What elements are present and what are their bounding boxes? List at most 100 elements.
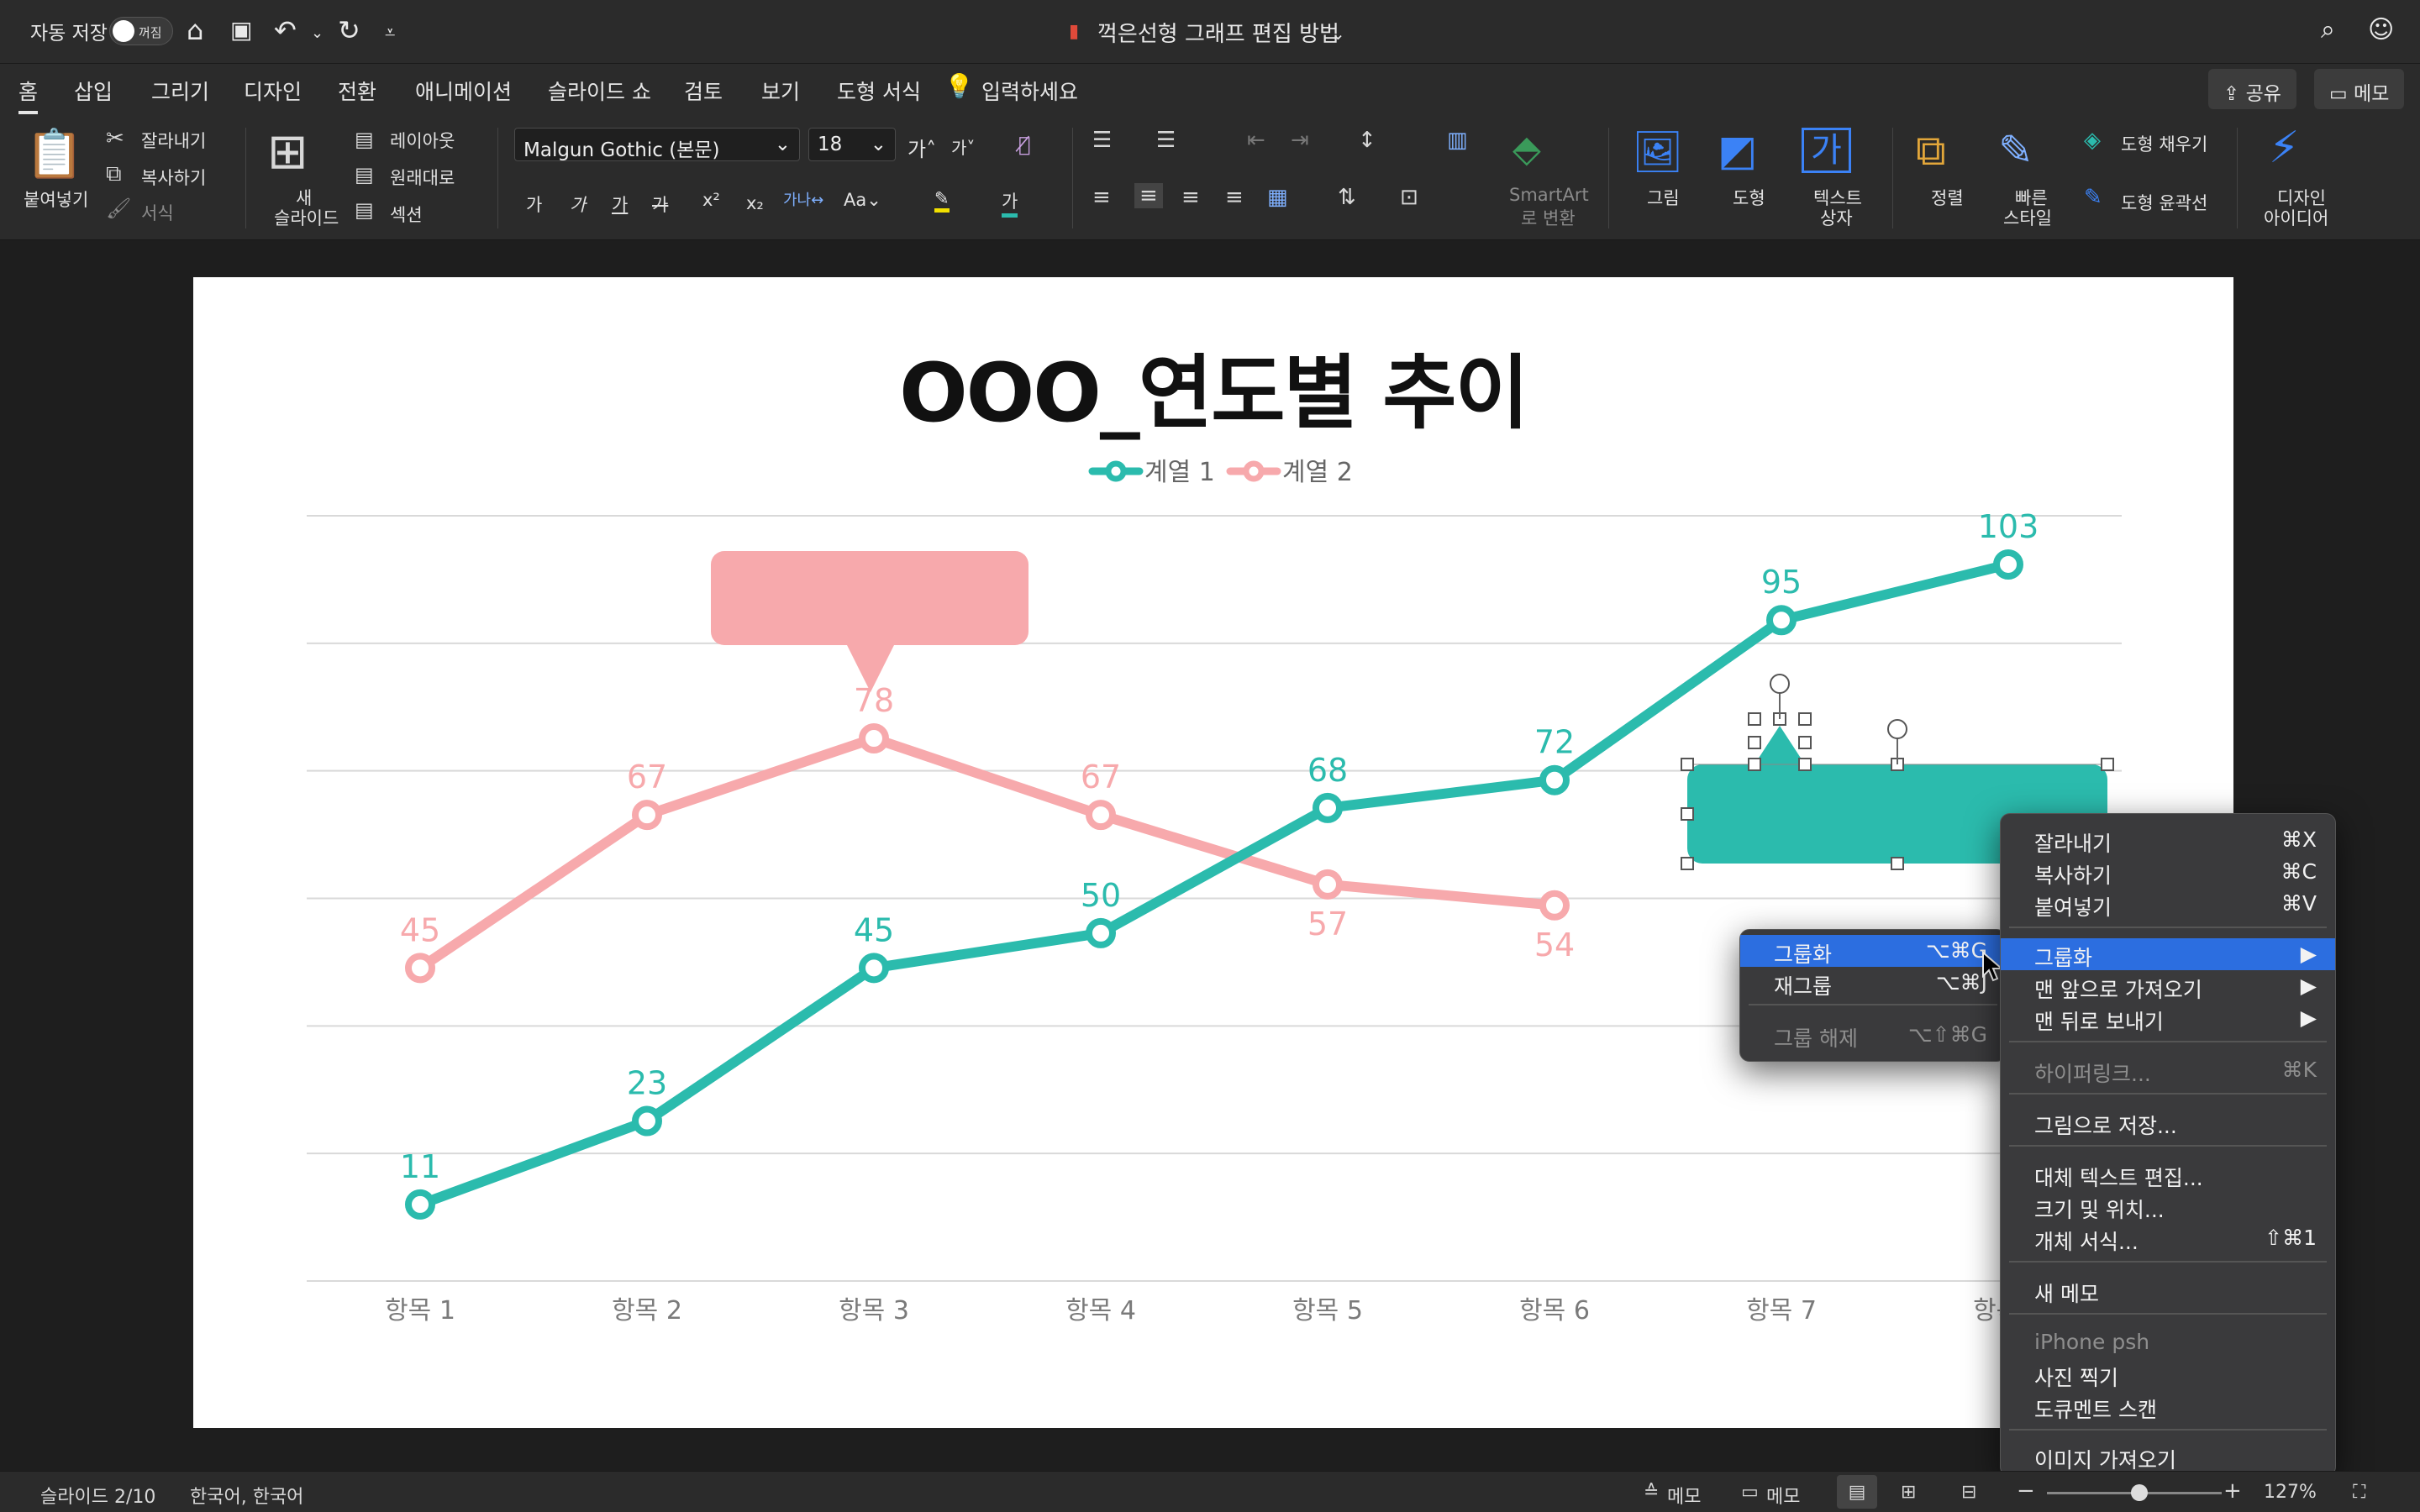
smartart-label-1[interactable]: SmartArt: [1509, 185, 1589, 205]
menu-bring-front[interactable]: 맨 앞으로 가져오기 ▶: [2001, 970, 2335, 1002]
arrange-icon[interactable]: ⧉: [1916, 126, 1946, 176]
smartart-icon[interactable]: ⬘: [1512, 128, 1541, 171]
menu-save-picture[interactable]: 그림으로 저장...: [2001, 1106, 2335, 1138]
strikethrough-icon[interactable]: 가: [652, 192, 668, 217]
distributed-icon[interactable]: ▦: [1267, 185, 1288, 210]
zoom-out-icon[interactable]: −: [2017, 1478, 2035, 1504]
tab-review[interactable]: 검토: [684, 76, 723, 106]
tell-me-field[interactable]: 입력하세요: [981, 76, 1078, 106]
menu-group[interactable]: 그룹화 ▶: [2001, 938, 2335, 970]
quick-styles-label-2[interactable]: 스타일: [2003, 205, 2052, 230]
align-center-icon[interactable]: ≡: [1134, 183, 1163, 208]
numbering-icon[interactable]: ☰: [1156, 128, 1176, 153]
design-ideas-icon[interactable]: ⚡: [2269, 123, 2300, 173]
notes-button[interactable]: 메모: [1667, 1482, 1701, 1509]
shape-fill-label[interactable]: 도형 채우기: [2121, 131, 2207, 156]
tab-slideshow[interactable]: 슬라이드 쇼: [548, 76, 651, 106]
line-chart[interactable]: 항목 1항목 2항목 3항목 4항목 5항목 6항목 7항목 8계열 1계열 2…: [193, 277, 2233, 1428]
customize-toolbar-icon[interactable]: ⩡: [385, 17, 395, 50]
menu-new-comment[interactable]: 새 메모: [2001, 1274, 2335, 1306]
zoom-slider[interactable]: [2047, 1484, 2222, 1501]
decrease-font-icon[interactable]: 가˅: [951, 134, 975, 159]
presenter-view-icon[interactable]: ⊟: [1961, 1482, 1976, 1503]
tab-insert[interactable]: 삽입: [74, 76, 113, 106]
menu-size-position[interactable]: 크기 및 위치...: [2001, 1190, 2335, 1222]
menu-copy[interactable]: 복사하기 ⌘C: [2001, 856, 2335, 888]
tab-animations[interactable]: 애니메이션: [415, 76, 512, 106]
highlight-icon[interactable]: ✎: [934, 188, 950, 213]
title-chevron-icon[interactable]: ⌄: [1331, 17, 1345, 50]
format-painter-icon[interactable]: 🖌: [106, 197, 131, 220]
fit-to-window-icon[interactable]: ⛶: [2353, 1482, 2365, 1503]
tab-transitions[interactable]: 전환: [338, 76, 376, 106]
increase-indent-icon[interactable]: ⇥: [1291, 128, 1309, 153]
format-painter-label[interactable]: 서식: [141, 200, 174, 225]
slide-canvas[interactable]: OOO_연도별 추이 항목 1 항목 2 항목 3 항목 4 항목 5 항목 6 항목 7항…: [193, 277, 2233, 1428]
underline-icon[interactable]: 가: [612, 192, 628, 217]
tab-draw[interactable]: 그리기: [151, 76, 209, 106]
menu-send-back[interactable]: 맨 뒤로 보내기 ▶: [2001, 1002, 2335, 1034]
zoom-in-icon[interactable]: +: [2223, 1478, 2242, 1504]
columns-icon[interactable]: ▥: [1447, 128, 1468, 153]
bullets-icon[interactable]: ☰: [1092, 128, 1112, 153]
shape-label[interactable]: 도형: [1733, 185, 1765, 210]
textbox-label-2[interactable]: 상자: [1820, 205, 1853, 230]
menu-alt-text[interactable]: 대체 텍스트 편집...: [2001, 1158, 2335, 1190]
design-ideas-label-2[interactable]: 아이디어: [2264, 205, 2328, 230]
align-left-icon[interactable]: ≡: [1092, 185, 1111, 210]
arrange-label[interactable]: 정렬: [1931, 185, 1964, 210]
character-spacing-icon[interactable]: 가나↔: [783, 188, 823, 210]
superscript-icon[interactable]: x²: [702, 190, 720, 210]
autosave-toggle[interactable]: 꺼짐: [109, 17, 173, 45]
font-color-icon[interactable]: 가: [1002, 188, 1018, 218]
textbox-icon[interactable]: 가: [1802, 128, 1851, 173]
menu-cut[interactable]: 잘라내기 ⌘X: [2001, 824, 2335, 856]
shape-icon[interactable]: ◩: [1718, 126, 1757, 175]
zoom-level[interactable]: 127%: [2264, 1482, 2317, 1503]
undo-dropdown-icon[interactable]: ⌄: [311, 17, 324, 50]
quick-styles-icon[interactable]: ✎: [1998, 126, 2033, 175]
new-slide-icon[interactable]: ⊞: [267, 123, 308, 180]
picture-label[interactable]: 그림: [1647, 185, 1680, 210]
paste-label[interactable]: 붙여넣기: [24, 186, 88, 212]
share-button[interactable]: ⇪ 공유: [2208, 69, 2296, 109]
menu-scan-document[interactable]: 도큐멘트 스캔: [2001, 1390, 2335, 1422]
normal-view-icon[interactable]: ▤: [1837, 1475, 1877, 1509]
bold-icon[interactable]: 가: [526, 192, 542, 217]
section-label[interactable]: 섹션: [390, 202, 423, 227]
copy-icon[interactable]: ⧉: [106, 161, 122, 187]
smartart-label-2[interactable]: 로 변환: [1521, 205, 1576, 230]
italic-icon[interactable]: 가: [570, 192, 586, 217]
language-indicator[interactable]: 한국어, 한국어: [190, 1482, 303, 1509]
menu-import-image[interactable]: 이미지 가져오기: [2001, 1441, 2335, 1473]
slide-sorter-icon[interactable]: ⊞: [1901, 1482, 1916, 1503]
menu-paste[interactable]: 붙여넣기 ⌘V: [2001, 888, 2335, 920]
layout-label[interactable]: 레이아웃: [390, 128, 455, 153]
menu-take-photo[interactable]: 사진 찍기: [2001, 1358, 2335, 1390]
menu-format-object[interactable]: 개체 서식... ⇧⌘1: [2001, 1222, 2335, 1254]
font-name-select[interactable]: Malgun Gothic (본문) ⌄: [514, 128, 800, 161]
reset-icon[interactable]: ▤: [355, 163, 374, 186]
justify-icon[interactable]: ≡: [1225, 185, 1244, 210]
paste-icon[interactable]: 📋: [25, 126, 84, 181]
subscript-icon[interactable]: x₂: [746, 193, 764, 213]
document-title[interactable]: 꺽은선형 그래프 편집 방법: [1097, 17, 1339, 48]
change-case-icon[interactable]: Aa⌄: [844, 190, 881, 210]
shape-fill-icon[interactable]: ◈: [2084, 128, 2101, 153]
submenu-regroup[interactable]: 재그룹 ⌥⌘J: [1740, 967, 2006, 999]
font-size-select[interactable]: 18 ⌄: [808, 128, 896, 161]
comments-status-button[interactable]: 메모: [1766, 1482, 1800, 1509]
text-direction-icon[interactable]: ⇅: [1338, 185, 1356, 210]
tab-shape-format[interactable]: 도형 서식: [837, 76, 921, 106]
search-icon[interactable]: ⌕: [2321, 13, 2335, 47]
tab-home[interactable]: 홈: [18, 76, 39, 114]
new-slide-label-2[interactable]: 슬라이드: [274, 205, 339, 230]
section-icon[interactable]: ▤: [355, 198, 374, 222]
redo-icon[interactable]: ↻: [338, 13, 360, 47]
clear-format-icon[interactable]: 가̸: [1018, 133, 1030, 156]
cut-label[interactable]: 잘라내기: [141, 128, 206, 153]
tab-design[interactable]: 디자인: [244, 76, 302, 106]
layout-icon[interactable]: ▤: [355, 128, 374, 151]
tab-view[interactable]: 보기: [761, 76, 800, 106]
align-right-icon[interactable]: ≡: [1181, 185, 1200, 210]
